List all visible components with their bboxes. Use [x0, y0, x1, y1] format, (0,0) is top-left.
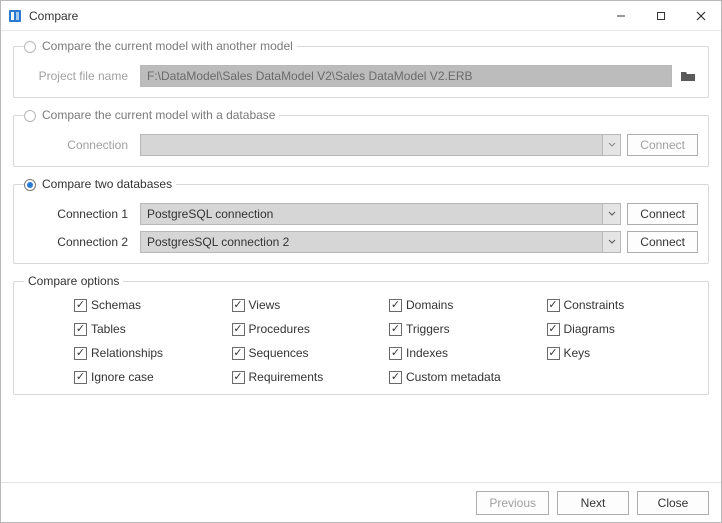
radio-label: Compare two databases [42, 177, 172, 191]
group-model-model: Compare the current model with another m… [13, 39, 709, 98]
group-db-db: Compare two databases Connection 1 Postg… [13, 177, 709, 264]
connect-button-1[interactable]: Connect [627, 203, 698, 225]
check-icon: ✓ [232, 347, 245, 360]
app-icon [7, 8, 23, 24]
connection-label: Connection [24, 138, 134, 152]
radio-icon [24, 110, 36, 122]
check-icon: ✓ [547, 323, 560, 336]
connection-1-value: PostgreSQL connection [141, 204, 602, 224]
titlebar: Compare [1, 1, 721, 31]
checkbox-label: Relationships [91, 346, 163, 360]
checkbox-label: Diagrams [564, 322, 615, 336]
checkbox-label: Ignore case [91, 370, 154, 384]
checkbox-views[interactable]: ✓ Views [232, 298, 380, 312]
checkbox-constraints[interactable]: ✓ Constraints [547, 298, 695, 312]
checkbox-domains[interactable]: ✓ Domains [389, 298, 537, 312]
connection-1-label: Connection 1 [24, 207, 134, 221]
check-icon: ✓ [74, 299, 87, 312]
checkbox-label: Triggers [406, 322, 450, 336]
checkbox-label: Domains [406, 298, 453, 312]
connect-button-modeldb: Connect [627, 134, 698, 156]
radio-icon [24, 41, 36, 53]
radio-label: Compare the current model with a databas… [42, 108, 275, 122]
radio-model-db[interactable]: Compare the current model with a databas… [24, 108, 279, 122]
group-options: Compare options ✓ Schemas ✓ Views ✓ Domains… [13, 274, 709, 395]
options-grid: ✓ Schemas ✓ Views ✓ Domains ✓ Constraints ✓ T… [24, 294, 698, 384]
checkbox-label: Tables [91, 322, 126, 336]
previous-button[interactable]: Previous [476, 491, 549, 515]
checkbox-schemas[interactable]: ✓ Schemas [74, 298, 222, 312]
checkbox-tables[interactable]: ✓ Tables [74, 322, 222, 336]
chevron-down-icon [602, 135, 620, 155]
close-window-button[interactable] [681, 1, 721, 31]
checkbox-label: Indexes [406, 346, 448, 360]
row-connection-1: Connection 1 PostgreSQL connection Conne… [24, 203, 698, 225]
check-icon: ✓ [74, 323, 87, 336]
connect-button-2[interactable]: Connect [627, 231, 698, 253]
checkbox-label: Views [249, 298, 281, 312]
check-icon: ✓ [232, 371, 245, 384]
close-button[interactable]: Close [637, 491, 709, 515]
next-button[interactable]: Next [557, 491, 629, 515]
checkbox-relationships[interactable]: ✓ Relationships [74, 346, 222, 360]
chevron-down-icon[interactable] [602, 232, 620, 252]
project-file-field: F:\DataModel\Sales DataModel V2\Sales Da… [140, 65, 672, 87]
project-file-label: Project file name [24, 69, 134, 83]
group-model-db: Compare the current model with a databas… [13, 108, 709, 167]
radio-model-model[interactable]: Compare the current model with another m… [24, 39, 297, 53]
window-title: Compare [29, 9, 78, 23]
radio-db-db[interactable]: Compare two databases [24, 177, 176, 191]
check-icon: ✓ [389, 371, 402, 384]
content: Compare the current model with another m… [1, 31, 721, 482]
check-icon: ✓ [547, 347, 560, 360]
connection-2-value: PostgresSQL connection 2 [141, 232, 602, 252]
connection-value [141, 135, 602, 155]
project-file-value: F:\DataModel\Sales DataModel V2\Sales Da… [147, 69, 473, 83]
radio-icon [24, 179, 36, 191]
browse-file-button[interactable] [678, 66, 698, 86]
checkbox-label: Keys [564, 346, 591, 360]
checkbox-label: Schemas [91, 298, 141, 312]
connection-select [140, 134, 621, 156]
options-legend: Compare options [24, 274, 123, 288]
checkbox-requirements[interactable]: ✓ Requirements [232, 370, 380, 384]
checkbox-label: Sequences [249, 346, 309, 360]
checkbox-procedures[interactable]: ✓ Procedures [232, 322, 380, 336]
row-connection: Connection Connect [24, 134, 698, 156]
check-icon: ✓ [547, 299, 560, 312]
checkbox-sequences[interactable]: ✓ Sequences [232, 346, 380, 360]
maximize-button[interactable] [641, 1, 681, 31]
checkbox-diagrams[interactable]: ✓ Diagrams [547, 322, 695, 336]
radio-label: Compare the current model with another m… [42, 39, 293, 53]
checkbox-label: Constraints [564, 298, 625, 312]
connection-2-select[interactable]: PostgresSQL connection 2 [140, 231, 621, 253]
checkbox-triggers[interactable]: ✓ Triggers [389, 322, 537, 336]
minimize-button[interactable] [601, 1, 641, 31]
checkbox-keys[interactable]: ✓ Keys [547, 346, 695, 360]
row-project-file: Project file name F:\DataModel\Sales Dat… [24, 65, 698, 87]
checkbox-custom-metadata[interactable]: ✓ Custom metadata [389, 370, 537, 384]
connection-2-label: Connection 2 [24, 235, 134, 249]
check-icon: ✓ [389, 299, 402, 312]
check-icon: ✓ [389, 323, 402, 336]
checkbox-label: Custom metadata [406, 370, 501, 384]
row-connection-2: Connection 2 PostgresSQL connection 2 Co… [24, 231, 698, 253]
checkbox-indexes[interactable]: ✓ Indexes [389, 346, 537, 360]
check-icon: ✓ [232, 299, 245, 312]
checkbox-label: Procedures [249, 322, 310, 336]
connection-1-select[interactable]: PostgreSQL connection [140, 203, 621, 225]
checkbox-label: Requirements [249, 370, 324, 384]
check-icon: ✓ [74, 347, 87, 360]
check-icon: ✓ [232, 323, 245, 336]
chevron-down-icon[interactable] [602, 204, 620, 224]
checkbox-ignore-case[interactable]: ✓ Ignore case [74, 370, 222, 384]
footer: Previous Next Close [1, 482, 721, 522]
check-icon: ✓ [74, 371, 87, 384]
check-icon: ✓ [389, 347, 402, 360]
